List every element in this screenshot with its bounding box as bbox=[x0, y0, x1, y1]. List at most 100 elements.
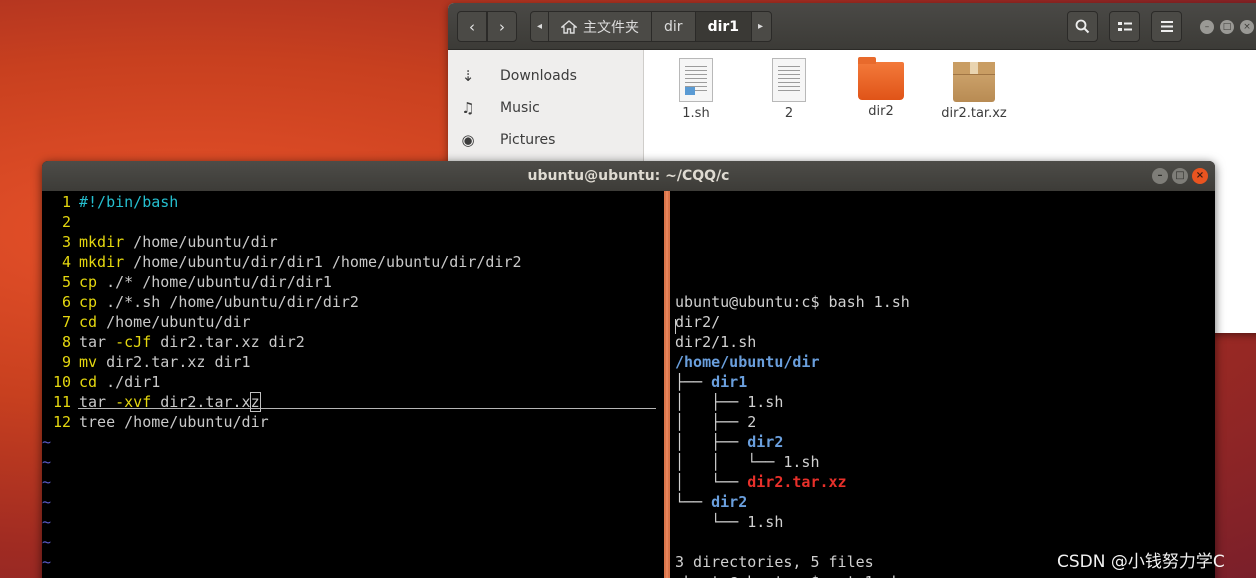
path-segment-home[interactable]: 主文件夹 bbox=[549, 12, 653, 41]
sidebar-item-pictures[interactable]: ◉ Pictures bbox=[448, 124, 644, 156]
output-line: │ ├── 2 bbox=[675, 412, 756, 432]
code-token: dir2.tar.xz dir1 bbox=[97, 353, 251, 371]
output-token: 1.sh bbox=[747, 393, 784, 411]
tree-connector: │ └── bbox=[675, 473, 748, 491]
code-token: ./dir1 bbox=[97, 373, 161, 391]
download-icon: ⇣ bbox=[461, 67, 475, 85]
code-token: cd bbox=[79, 313, 98, 331]
empty-line-tilde: ~ bbox=[42, 533, 52, 551]
code-token: cp bbox=[79, 293, 98, 311]
code-text: mkdir /home/ubuntu/dir bbox=[79, 233, 278, 251]
code-token: -cJf bbox=[115, 333, 152, 351]
editor-line[interactable]: 3 mkdir /home/ubuntu/dir bbox=[42, 232, 278, 252]
output-token: dir2 bbox=[747, 433, 784, 451]
editor-line[interactable]: 9 mv dir2.tar.xz dir1 bbox=[42, 352, 251, 372]
path-segment-dir1[interactable]: dir1 bbox=[695, 12, 753, 41]
code-token: dir2.tar.x bbox=[151, 393, 251, 411]
editor-line[interactable]: 5 cp ./* /home/ubuntu/dir/dir1 bbox=[42, 272, 332, 292]
vim-editor-pane[interactable]: 1 #!/bin/bash 2 3 mkdir /home/ubuntu/dir 4 mkd… bbox=[42, 191, 664, 578]
output-token: dir2.tar.xz bbox=[747, 473, 847, 491]
code-token: dir2.tar.xz dir2 bbox=[151, 333, 305, 351]
code-token: ./* /home/ubuntu/dir/dir1 bbox=[97, 273, 332, 291]
file-item-dir2[interactable]: dir2 bbox=[836, 57, 926, 119]
file-item-1sh[interactable]: 1.sh bbox=[651, 58, 741, 121]
line-number: 2 bbox=[61, 213, 71, 231]
code-token: cd bbox=[79, 373, 98, 391]
editor-line[interactable]: 1 #!/bin/bash bbox=[42, 192, 178, 212]
terminal-window: ubuntu@ubuntu: ~/CQQ/c – □ × 1 #!/bin/bas… bbox=[42, 161, 1215, 578]
code-text: mv dir2.tar.xz dir1 bbox=[79, 353, 251, 371]
file-item-dir2-tar-xz[interactable]: dir2.tar.xz bbox=[929, 58, 1019, 121]
code-token: #!/bin/bash bbox=[79, 193, 179, 211]
code-token: /home/ubuntu/dir bbox=[124, 233, 278, 251]
line-number: 7 bbox=[61, 313, 71, 331]
output-line: │ │ └── 1.sh bbox=[675, 452, 820, 472]
path-segment-dir[interactable]: dir bbox=[652, 12, 696, 41]
terminal-maximize-button[interactable]: □ bbox=[1172, 168, 1188, 184]
back-button[interactable]: ‹ bbox=[457, 11, 487, 42]
code-token: mkdir bbox=[79, 233, 125, 251]
editor-line[interactable]: 7 cd /home/ubuntu/dir bbox=[42, 312, 251, 332]
code-text: cp ./*.sh /home/ubuntu/dir/dir2 bbox=[79, 293, 359, 311]
tree-connector: ├── bbox=[675, 373, 712, 391]
search-button[interactable] bbox=[1067, 11, 1098, 42]
fm-close-button[interactable]: × bbox=[1240, 20, 1254, 34]
music-icon: ♫ bbox=[461, 99, 475, 117]
editor-line[interactable]: 11 tar -xvf dir2.tar.xz bbox=[42, 392, 261, 412]
output-token: dir2 bbox=[711, 493, 748, 511]
file-item-2[interactable]: 2 bbox=[744, 58, 834, 121]
sidebar-item-music[interactable]: ♫ Music bbox=[448, 92, 644, 124]
tree-connector: │ ├── bbox=[675, 393, 748, 411]
code-token: mkdir bbox=[79, 253, 125, 271]
output-line: /home/ubuntu/dir bbox=[675, 352, 820, 372]
editor-line[interactable]: 4 mkdir /home/ubuntu/dir/dir1 /home/ubunt… bbox=[42, 252, 522, 272]
view-toggle-button[interactable] bbox=[1109, 11, 1140, 42]
menu-button[interactable] bbox=[1151, 11, 1182, 42]
sidebar-item-label: Pictures bbox=[500, 132, 556, 148]
shell-output-pane[interactable]: ubuntu@ubuntu:c$ bash 1.sh dir2/dir2/1.sh… bbox=[670, 191, 1215, 578]
line-number: 10 bbox=[52, 373, 71, 391]
sidebar-item-downloads[interactable]: ⇣ Downloads bbox=[448, 60, 644, 92]
fm-maximize-button[interactable]: □ bbox=[1220, 20, 1234, 34]
editor-line[interactable]: 8 tar -cJf dir2.tar.xz dir2 bbox=[42, 332, 305, 352]
close-icon: × bbox=[1243, 22, 1251, 32]
empty-line-tilde: ~ bbox=[42, 453, 52, 471]
code-text: tar -cJf dir2.tar.xz dir2 bbox=[79, 333, 305, 351]
tree-connector: │ ├── bbox=[675, 413, 748, 431]
terminal-minimize-button[interactable]: – bbox=[1152, 168, 1168, 184]
code-token: mv bbox=[79, 353, 98, 371]
forward-button[interactable]: › bbox=[487, 11, 517, 42]
file-name: dir2.tar.xz bbox=[941, 106, 1007, 121]
output-line: ubuntu@ubuntu:c$ bash 1.sh bbox=[675, 292, 910, 312]
empty-line-tilde: ~ bbox=[42, 493, 52, 511]
output-line: │ ├── 1.sh bbox=[675, 392, 783, 412]
code-token: ./*.sh /home/ubuntu/dir/dir2 bbox=[97, 293, 359, 311]
path-scroll-right-button[interactable]: ▸ bbox=[752, 12, 769, 41]
hamburger-menu-icon bbox=[1160, 21, 1173, 32]
output-token: 2 bbox=[747, 413, 757, 431]
terminal-titlebar[interactable]: ubuntu@ubuntu: ~/CQQ/c – □ × bbox=[42, 161, 1215, 191]
arrow-right-icon: ▸ bbox=[758, 21, 764, 32]
empty-line-tilde: ~ bbox=[42, 513, 52, 531]
editor-line[interactable]: 10 cd ./dir1 bbox=[42, 372, 160, 392]
output-line: └── dir2 bbox=[675, 492, 747, 512]
minimize-icon: – bbox=[1204, 22, 1210, 32]
minimize-icon: – bbox=[1157, 170, 1163, 181]
code-text: tar -xvf dir2.tar.xz bbox=[79, 392, 261, 412]
output-line: ubuntu@ubuntu:c$ cat 1.sh bbox=[675, 572, 901, 578]
file-name: 1.sh bbox=[682, 106, 710, 121]
fm-minimize-button[interactable]: – bbox=[1200, 20, 1214, 34]
line-number: 3 bbox=[61, 233, 71, 251]
output-line: dir2/ bbox=[675, 312, 720, 332]
terminal-close-button[interactable]: × bbox=[1192, 168, 1208, 184]
editor-line[interactable]: 6 cp ./*.sh /home/ubuntu/dir/dir2 bbox=[42, 292, 359, 312]
tree-connector: └── bbox=[675, 513, 748, 531]
editor-line[interactable]: 2 bbox=[42, 212, 79, 232]
path-scroll-left-button[interactable]: ◂ bbox=[531, 12, 550, 41]
archive-icon bbox=[953, 62, 995, 102]
output-line: 3 directories, 5 files bbox=[675, 552, 874, 572]
editor-line[interactable]: 12 tree /home/ubuntu/dir bbox=[42, 412, 269, 432]
code-token: cp bbox=[79, 273, 98, 291]
output-token: ubuntu@ubuntu:c$ cat 1.sh bbox=[675, 573, 901, 578]
line-number: 11 bbox=[52, 393, 71, 411]
